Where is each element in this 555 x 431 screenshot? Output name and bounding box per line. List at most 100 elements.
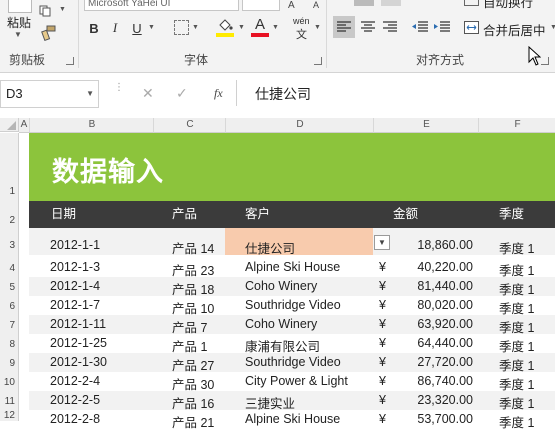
header-quarter[interactable]: 季度 — [499, 201, 524, 228]
date-cell[interactable]: 2012-2-4 — [50, 374, 100, 388]
date-cell[interactable]: 2012-1-1 — [50, 238, 100, 252]
underline-button[interactable]: U — [129, 19, 145, 37]
column-header-e[interactable]: E — [373, 118, 479, 133]
name-box-dropdown-icon[interactable]: ▼ — [86, 89, 94, 98]
amount-cell[interactable]: 23,320.00 — [396, 393, 473, 407]
merge-center-dropdown-icon[interactable]: ▼ — [550, 24, 555, 31]
phonetic-dropdown-icon[interactable]: ▼ — [314, 24, 321, 31]
currency-cell[interactable]: ¥ — [379, 317, 386, 331]
date-cell[interactable]: 2012-2-5 — [50, 393, 100, 407]
format-painter-icon[interactable] — [40, 24, 58, 42]
merge-center-icon[interactable] — [463, 20, 479, 34]
header-customer[interactable]: 客户 — [245, 201, 270, 228]
column-header-c[interactable]: C — [153, 118, 226, 133]
borders-dropdown-icon[interactable]: ▼ — [192, 24, 199, 31]
row-header-9[interactable]: 9 — [0, 353, 19, 372]
font-color-dropdown-icon[interactable]: ▼ — [272, 24, 279, 31]
customer-cell[interactable]: City Power & Light — [245, 374, 348, 388]
font-launcher-icon[interactable] — [314, 57, 322, 65]
bold-button[interactable]: B — [86, 19, 102, 37]
fill-color-icon[interactable] — [216, 17, 234, 33]
align-left-button[interactable] — [333, 16, 355, 38]
top-align-icon[interactable] — [354, 0, 374, 6]
phonetic-guide-icon[interactable]: wén — [293, 16, 310, 26]
merge-center-button[interactable]: 合并后居中 — [483, 20, 546, 39]
decrease-indent-icon[interactable] — [410, 16, 430, 38]
amount-cell[interactable]: 18,860.00 — [396, 238, 473, 252]
customer-cell[interactable]: Alpine Ski House — [245, 260, 340, 274]
row-header-10[interactable]: 10 — [0, 372, 19, 391]
amount-cell[interactable]: 53,700.00 — [396, 412, 473, 426]
cancel-entry-button[interactable]: ✕ — [142, 85, 154, 102]
row-header-6[interactable]: 6 — [0, 296, 19, 315]
title-banner[interactable]: 数据输入 — [29, 133, 555, 201]
customer-cell[interactable]: Southridge Video — [245, 298, 341, 312]
underline-dropdown-icon[interactable]: ▼ — [148, 24, 155, 31]
date-cell[interactable]: 2012-1-3 — [50, 260, 100, 274]
date-cell[interactable]: 2012-2-8 — [50, 412, 100, 426]
header-product[interactable]: 产品 — [172, 201, 197, 228]
currency-cell[interactable]: ¥ — [379, 374, 386, 388]
product-cell[interactable]: 产品 21 — [172, 412, 214, 431]
amount-cell[interactable]: 81,440.00 — [396, 279, 473, 293]
customer-cell[interactable]: Southridge Video — [245, 355, 341, 369]
currency-cell[interactable]: ¥ — [379, 336, 386, 350]
amount-cell[interactable]: 86,740.00 — [396, 374, 473, 388]
currency-cell[interactable]: ¥ — [379, 298, 386, 312]
insert-function-button[interactable]: fx — [214, 86, 223, 101]
formula-input[interactable]: 仕捷公司 — [236, 80, 555, 106]
row-header-1[interactable]: 1 — [0, 133, 19, 201]
currency-cell[interactable]: ¥ — [379, 412, 386, 426]
row-header-8[interactable]: 8 — [0, 334, 19, 353]
name-box[interactable]: D3 ▼ — [0, 80, 99, 108]
clipboard-launcher-icon[interactable] — [66, 57, 74, 65]
align-right-button[interactable] — [379, 16, 401, 38]
row-header-3[interactable]: 3 — [0, 228, 19, 255]
paste-dropdown-icon[interactable]: ▼ — [14, 30, 22, 39]
enter-entry-button[interactable]: ✓ — [176, 85, 188, 102]
italic-button[interactable]: I — [107, 19, 123, 37]
date-cell[interactable]: 2012-1-7 — [50, 298, 100, 312]
row-header-5[interactable]: 5 — [0, 277, 19, 296]
shrink-font-icon[interactable]: A — [313, 0, 319, 10]
date-cell[interactable]: 2012-1-11 — [50, 317, 106, 331]
quarter-cell[interactable]: 季度 1 — [499, 412, 534, 431]
date-cell[interactable]: 2012-1-30 — [50, 355, 107, 369]
column-header-f[interactable]: F — [478, 118, 555, 133]
column-header-b[interactable]: B — [29, 118, 154, 133]
row-header-7[interactable]: 7 — [0, 315, 19, 334]
header-amount[interactable]: 金额 — [393, 201, 418, 228]
currency-cell[interactable]: ¥ — [379, 393, 386, 407]
alignment-launcher-icon[interactable] — [541, 57, 549, 65]
wrap-text-icon[interactable] — [464, 0, 479, 6]
paste-icon[interactable] — [8, 0, 32, 13]
grow-font-icon[interactable]: A — [288, 0, 295, 11]
currency-cell[interactable]: ¥ — [379, 279, 386, 293]
font-color-button[interactable]: A — [252, 16, 268, 33]
wrap-text-button[interactable]: 自动换行 — [483, 0, 533, 11]
currency-cell[interactable]: ¥ — [379, 355, 386, 369]
customer-cell[interactable]: Alpine Ski House — [245, 412, 340, 426]
copy-dropdown-icon[interactable]: ▼ — [59, 6, 66, 13]
row-header-2[interactable]: 2 — [0, 201, 19, 228]
customer-cell[interactable]: Coho Winery — [245, 279, 317, 293]
amount-cell[interactable]: 63,920.00 — [396, 317, 473, 331]
align-center-button[interactable] — [357, 16, 379, 38]
amount-cell[interactable]: 64,440.00 — [396, 336, 473, 350]
column-header-d[interactable]: D — [225, 118, 374, 133]
borders-icon[interactable] — [174, 20, 189, 35]
date-cell[interactable]: 2012-1-25 — [50, 336, 107, 350]
amount-cell[interactable]: 40,220.00 — [396, 260, 473, 274]
date-cell[interactable]: 2012-1-4 — [50, 279, 100, 293]
fill-color-dropdown-icon[interactable]: ▼ — [238, 24, 245, 31]
select-all-corner[interactable] — [0, 118, 19, 132]
amount-cell[interactable]: 27,720.00 — [396, 355, 473, 369]
customer-cell[interactable]: Coho Winery — [245, 317, 317, 331]
cell-dropdown-button[interactable]: ▼ — [374, 235, 390, 250]
header-date[interactable]: 日期 — [51, 201, 76, 228]
increase-indent-icon[interactable] — [432, 16, 452, 38]
paste-button[interactable]: 粘贴 — [7, 14, 31, 31]
amount-cell[interactable]: 80,020.00 — [396, 298, 473, 312]
currency-cell[interactable]: ¥ — [379, 260, 386, 274]
orientation-icon[interactable] — [381, 0, 401, 6]
